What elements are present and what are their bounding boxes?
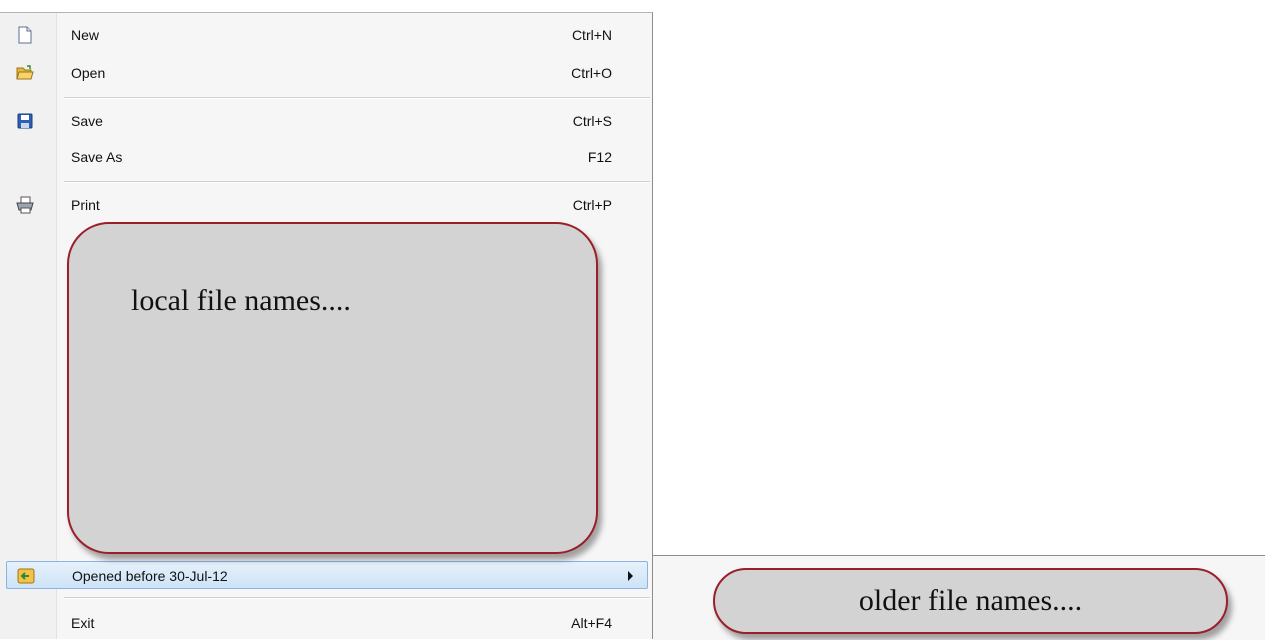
- save-disk-icon: [16, 112, 34, 130]
- menu-separator: [64, 181, 650, 183]
- printer-icon: [16, 196, 34, 214]
- menu-item-shortcut: Ctrl+S: [572, 113, 612, 129]
- menu-item-label: Exit: [71, 615, 95, 631]
- menu-item-shortcut: Ctrl+N: [571, 27, 612, 43]
- menu-separator: [64, 97, 650, 99]
- menu-separator: [64, 597, 650, 599]
- menu-item-shortcut: Ctrl+O: [571, 65, 612, 81]
- menu-item-shortcut: Ctrl+P: [572, 197, 612, 213]
- menu-item-label: Save As: [71, 149, 123, 165]
- menu-item-save[interactable]: Save Ctrl+S: [0, 107, 652, 135]
- menu-item-opened-before[interactable]: Opened before 30-Jul-12: [6, 561, 648, 589]
- local-files-callout: local file names....: [67, 222, 598, 554]
- menu-item-shortcut: F12: [587, 149, 612, 165]
- older-files-callout: older file names....: [713, 568, 1228, 634]
- menu-item-label: Save: [71, 113, 103, 129]
- menu-item-label: Print: [71, 197, 100, 213]
- new-document-icon: [16, 26, 34, 44]
- open-folder-icon: [16, 64, 34, 82]
- menu-item-exit[interactable]: Exit Alt+F4: [0, 609, 652, 637]
- menu-item-label: Open: [71, 65, 106, 81]
- menu-item-print[interactable]: Print Ctrl+P: [0, 191, 652, 219]
- history-folder-icon: [17, 567, 35, 585]
- callout-text: local file names....: [131, 284, 351, 317]
- menu-item-label: New: [71, 27, 100, 43]
- menu-item-label: Opened before 30-Jul-12: [72, 568, 228, 584]
- menu-item-new[interactable]: New Ctrl+N: [0, 21, 652, 49]
- menu-item-shortcut: Alt+F4: [571, 615, 612, 631]
- callout-text: older file names....: [858, 584, 1083, 617]
- submenu-arrow-icon: [628, 571, 633, 581]
- menu-item-open[interactable]: Open Ctrl+O: [0, 59, 652, 87]
- menu-item-save-as[interactable]: Save As F12: [0, 143, 652, 171]
